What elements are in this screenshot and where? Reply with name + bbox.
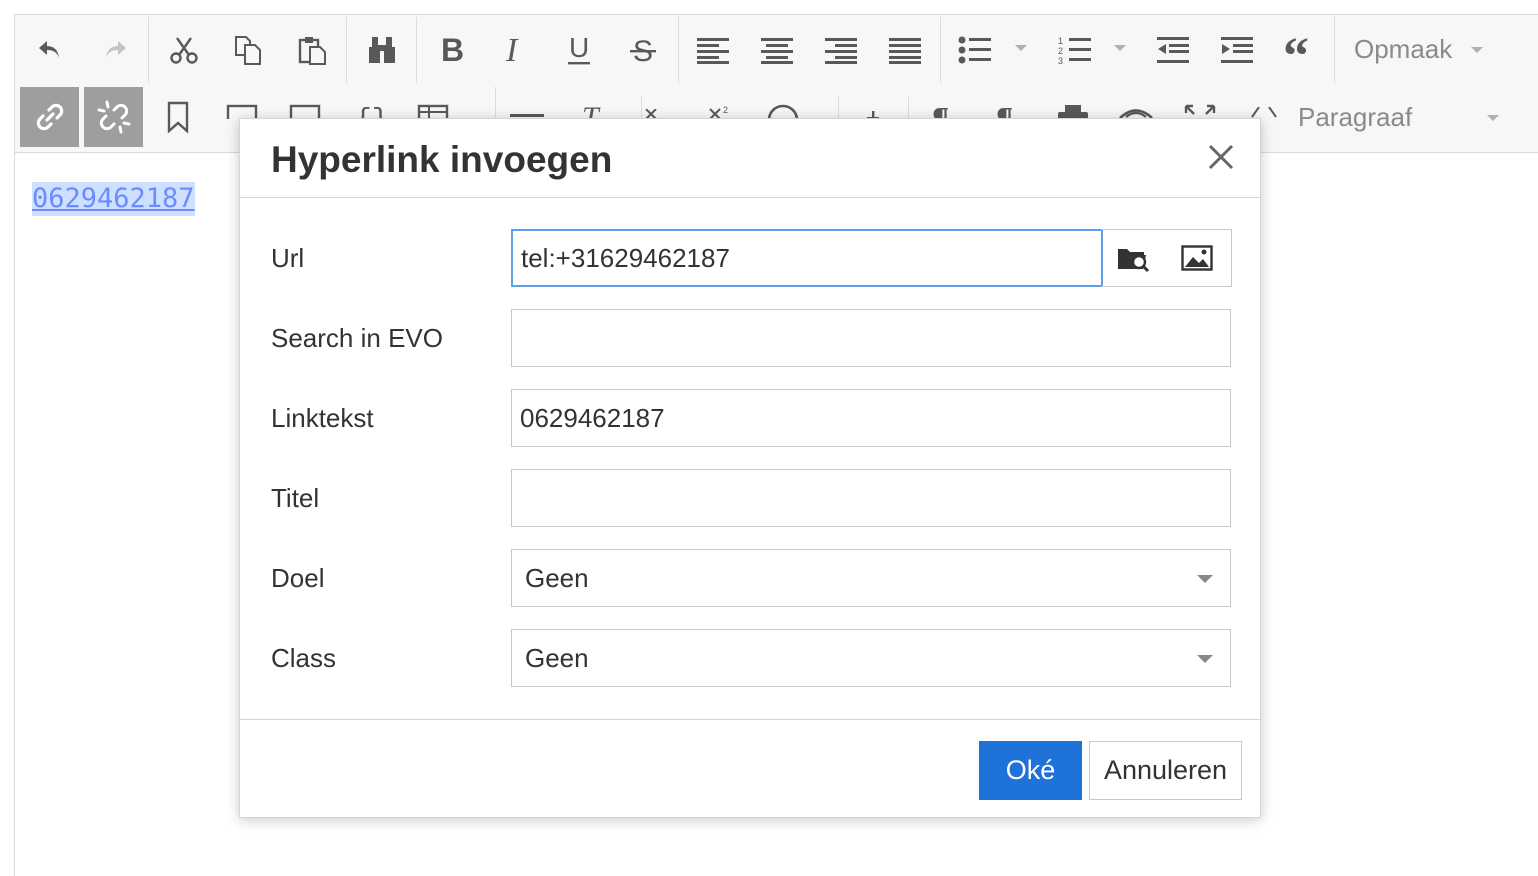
svg-text:{}: {} [355,105,386,119]
table-icon[interactable] [413,103,453,119]
align-left-icon[interactable] [693,30,733,70]
title-label: Titel [271,483,320,513]
toolbar-separator [416,17,417,83]
align-justify-icon[interactable] [885,30,925,70]
image-icon[interactable] [222,103,262,119]
toolbar-separator [838,97,839,119]
media-icon[interactable] [285,103,325,119]
svg-text:2: 2 [1058,46,1063,56]
linktext-label: Linktekst [271,403,374,433]
cut-icon[interactable] [164,30,204,70]
svg-text:1: 1 [1058,36,1063,46]
toolbar-separator [1334,17,1335,83]
url-input[interactable] [513,231,1101,285]
url-button-group [1101,229,1232,287]
search-evo-input[interactable] [512,310,1230,366]
paragraph-rtl-icon[interactable]: ¶ [989,103,1029,119]
image-browse-icon[interactable] [1165,230,1229,286]
title-field[interactable] [511,469,1231,527]
bullet-list-dropdown-icon[interactable] [1015,45,1027,51]
toolbar-separator [678,17,679,83]
code-braces-icon[interactable]: {} [350,103,390,119]
paste-icon[interactable] [292,30,332,70]
search-evo-field[interactable] [511,309,1231,367]
bold-icon[interactable]: B [431,30,471,70]
svg-text:T: T [582,103,601,119]
preview-eye-icon[interactable] [1116,103,1156,119]
bookmark-icon[interactable] [158,97,198,137]
toolbar-separator [148,17,149,83]
linktext-field[interactable] [511,389,1231,447]
print-icon[interactable] [1053,103,1093,119]
clear-format-icon[interactable]: T [571,103,611,119]
align-right-icon[interactable] [821,30,861,70]
underline-icon[interactable]: U [559,30,599,70]
toolbar-separator [940,17,941,83]
copy-icon[interactable] [228,30,268,70]
svg-text:“: “ [1283,35,1309,65]
target-select-value: Geen [525,563,589,593]
italic-icon[interactable]: I [495,30,535,70]
toolbar-separator [495,87,496,119]
format-dropdown[interactable]: Opmaak [1354,34,1452,65]
outdent-icon[interactable] [1153,30,1193,70]
toolbar-separator [908,97,909,119]
svg-text:2: 2 [723,105,728,115]
numbered-list-icon[interactable]: 123 [1055,30,1095,70]
browse-server-icon[interactable] [1101,230,1165,286]
dialog-footer-divider [240,719,1260,720]
insert-plus-icon[interactable] [853,103,893,119]
unlink-icon[interactable] [84,87,143,147]
search-evo-label: Search in EVO [271,323,443,353]
chevron-down-icon [1197,655,1213,663]
cancel-button[interactable]: Annuleren [1089,741,1242,800]
target-select[interactable]: Geen [511,549,1231,607]
redo-icon[interactable] [95,30,135,70]
special-char-icon[interactable] [763,103,803,119]
strikethrough-icon[interactable]: S [623,30,663,70]
toolbar-separator [346,17,347,83]
maximize-icon[interactable] [1180,103,1220,119]
hyperlink-dialog: Hyperlink invoegen Url Search in EVO Lin… [239,118,1261,818]
linktext-input[interactable] [512,390,1230,446]
find-binoculars-icon[interactable] [362,30,402,70]
class-select-value: Geen [525,643,589,673]
indent-icon[interactable] [1217,30,1257,70]
horizontal-rule-icon[interactable] [507,103,547,119]
bullet-list-icon[interactable] [955,30,995,70]
subscript-icon[interactable] [635,103,675,119]
svg-text:B: B [441,35,463,65]
paragraph-dropdown[interactable]: Paragraaf [1298,102,1412,133]
svg-text:3: 3 [1058,56,1063,65]
undo-icon[interactable] [30,30,70,70]
format-dropdown-caret-icon [1471,47,1483,53]
target-label: Doel [271,563,325,593]
paragraph-dropdown-caret-icon [1487,115,1499,121]
svg-text:¶: ¶ [996,103,1013,119]
ok-button[interactable]: Oké [979,741,1082,800]
link-icon[interactable] [20,87,79,147]
class-select[interactable]: Geen [511,629,1231,687]
dialog-title: Hyperlink invoegen [271,139,613,180]
close-icon[interactable] [1206,142,1236,172]
numbered-list-dropdown-icon[interactable] [1114,45,1126,51]
svg-text:¶: ¶ [932,103,949,119]
content-phone-link[interactable]: 0629462187 [32,182,195,216]
superscript-icon[interactable]: 2 [699,103,739,119]
source-code-icon[interactable] [1244,103,1284,119]
url-field[interactable] [511,229,1103,287]
align-center-icon[interactable] [757,30,797,70]
dialog-header-divider [240,197,1260,198]
title-input[interactable] [512,470,1230,526]
blockquote-icon[interactable]: “ [1281,30,1321,70]
chevron-down-icon [1197,575,1213,583]
svg-text:I: I [505,35,519,65]
class-label: Class [271,643,337,673]
svg-text:U: U [569,34,589,63]
url-label: Url [271,243,305,273]
show-blocks-icon[interactable]: ¶ [925,103,965,119]
